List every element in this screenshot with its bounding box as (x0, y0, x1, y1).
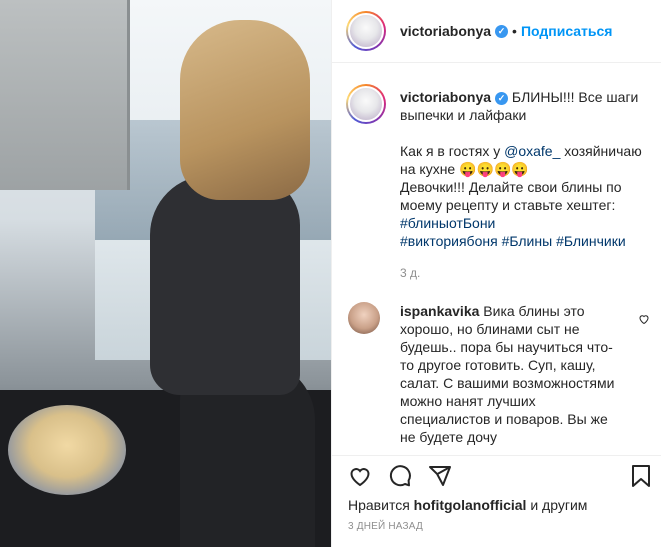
author-username[interactable]: victoriabonya (400, 23, 491, 39)
likes-user-link[interactable]: hofitgolanofficial (414, 497, 527, 513)
caption-avatar[interactable] (346, 84, 386, 124)
caption-time[interactable]: 3 д. (400, 264, 646, 282)
hashtag-link[interactable]: #Блинчики (556, 233, 626, 249)
person-torso (150, 175, 300, 395)
likes-suffix[interactable]: и другим (526, 497, 587, 513)
caption-line2-prefix: Как я в гостях у (400, 143, 505, 159)
verified-icon: ✓ (495, 24, 509, 38)
person-hair (180, 20, 310, 200)
caption-text: victoriabonya ✓ БЛИНЫ!!! Все шаги выпечки… (400, 88, 646, 282)
caption-username[interactable]: victoriabonya (400, 89, 491, 105)
like-icon[interactable] (348, 464, 372, 493)
hashtag-link[interactable]: #викториябоня (400, 233, 498, 249)
share-icon[interactable] (428, 464, 452, 493)
hashtag-link[interactable]: #блиныотБони (400, 215, 495, 231)
hashtag-link[interactable]: #Блины (502, 233, 553, 249)
kitchen-cabinet (0, 0, 130, 190)
mixing-bowl (8, 405, 126, 495)
post-actions (332, 455, 661, 495)
caption-line3: Девочки!!! Делайте свои блины по моему р… (400, 179, 622, 213)
comments-list[interactable]: victoriabonya ✓ БЛИНЫ!!! Все шаги выпечки… (332, 64, 661, 454)
mention-link[interactable]: @oxafe_ (504, 143, 560, 159)
author-avatar[interactable] (346, 11, 386, 51)
commenter-avatar[interactable] (348, 302, 380, 334)
comment-like-icon[interactable] (638, 312, 650, 330)
post-date[interactable]: 3 ДНЕЙ НАЗАД (348, 521, 423, 532)
likes-summary: Нравится hofitgolanofficial и другим (348, 497, 587, 513)
likes-prefix: Нравится (348, 497, 414, 513)
separator-dot: • (512, 23, 517, 39)
save-icon[interactable] (630, 464, 652, 493)
follow-button[interactable]: Подписаться (521, 23, 613, 39)
post-video[interactable] (0, 0, 331, 547)
comment-icon[interactable] (388, 464, 412, 493)
commenter-username[interactable]: ispankavika (400, 303, 479, 319)
post-header: victoriabonya ✓ • Подписаться (332, 0, 661, 63)
verified-icon: ✓ (495, 91, 509, 105)
comment-text: ispankavika Вика блины это хорошо, но бл… (400, 302, 620, 446)
comment-body: Вика блины это хорошо, но блинами сыт не… (400, 303, 615, 445)
post-side-panel: victoriabonya ✓ • Подписаться victoriabo… (332, 0, 661, 547)
